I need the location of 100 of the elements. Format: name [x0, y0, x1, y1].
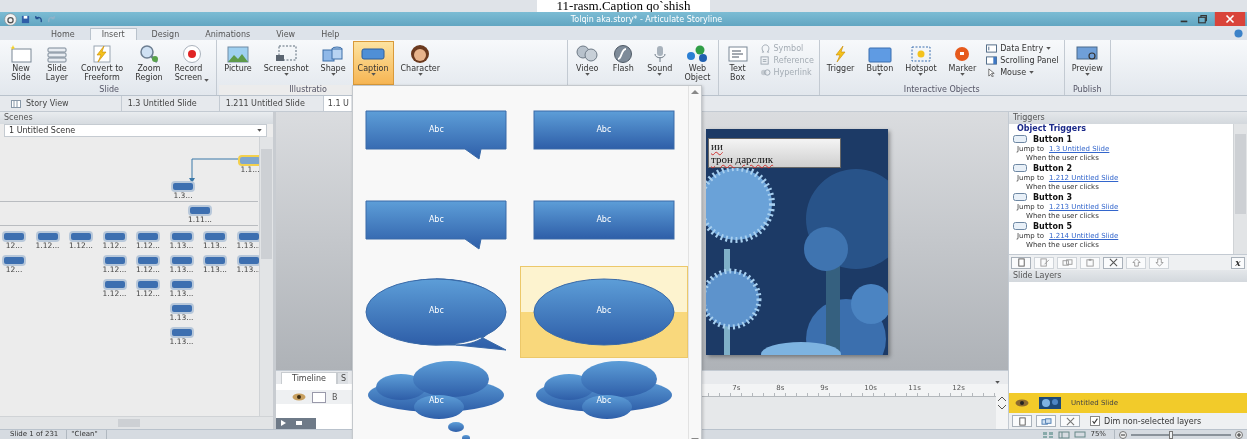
ribbon-button[interactable]: Picture [219, 41, 257, 85]
slide-thumbnail[interactable] [2, 231, 26, 242]
toolbar-button[interactable] [1060, 415, 1080, 427]
scrollbar[interactable] [259, 137, 273, 416]
group-label: Interactive Objects [902, 85, 981, 95]
ribbon-button[interactable]: Hotspot [900, 41, 942, 85]
timeline-object-label: B [332, 392, 338, 402]
ribbon-button[interactable]: Caption [352, 41, 394, 85]
ribbon-button[interactable]: Record Screen [169, 41, 215, 85]
ribbon-small-button[interactable]: Data Entry [986, 43, 1059, 54]
caption-style-option[interactable]: Abc [520, 266, 688, 358]
paste-icon [1084, 258, 1096, 267]
slide-thumbnail[interactable] [35, 231, 60, 242]
move-down-icon [1153, 258, 1165, 267]
slide-thumbnail[interactable] [102, 255, 127, 266]
caption-style-option[interactable]: Abc [356, 266, 517, 358]
ribbon-small-button[interactable]: Mouse [986, 67, 1059, 78]
ribbon-tab[interactable]: Insert [89, 28, 137, 40]
slide-thumbnail[interactable] [169, 279, 194, 290]
checkbox-label: Dim non-selected layers [1104, 416, 1202, 426]
normal-view-icon[interactable] [1058, 430, 1071, 439]
slide-thumbnail[interactable] [69, 231, 93, 242]
restore-icon[interactable] [1195, 13, 1209, 25]
edit-icon [1038, 258, 1050, 267]
undo-icon[interactable] [34, 14, 43, 24]
panel-icon [986, 56, 998, 65]
ribbon-tab[interactable]: Home [40, 28, 86, 40]
close-icon[interactable] [1213, 12, 1247, 26]
hotspot-icon [908, 44, 933, 64]
ribbon-button[interactable]: Convert to Freeform [76, 41, 129, 85]
eye-icon[interactable] [292, 393, 306, 401]
scroll-down-icon[interactable] [998, 404, 1007, 410]
lock-toggle[interactable] [312, 391, 326, 403]
toolbar-button[interactable] [1011, 256, 1031, 269]
slide-thumbnail[interactable] [136, 231, 160, 242]
slide-thumbnail[interactable] [169, 231, 194, 242]
ribbon-button[interactable]: Preview [1066, 41, 1108, 85]
slide-thumbnail[interactable] [102, 231, 127, 242]
slide-thumbnail[interactable] [238, 155, 259, 166]
toolbar-button[interactable] [1012, 415, 1032, 427]
scrollbar[interactable] [0, 416, 273, 429]
scrollbar[interactable] [1233, 124, 1247, 254]
checkbox[interactable] [1090, 416, 1100, 426]
ribbon-button[interactable]: Slide Layer [40, 41, 74, 85]
slide-thumbnail[interactable] [171, 181, 195, 192]
ribbon-button[interactable]: Video [570, 41, 605, 85]
delete-icon [1064, 416, 1076, 426]
ribbon-button[interactable]: Web Object [679, 41, 716, 85]
zoom-out-icon[interactable] [1119, 430, 1127, 439]
toolbar-button[interactable] [1103, 256, 1123, 269]
toolbar-button[interactable] [1036, 415, 1056, 427]
slide-thumbnail[interactable] [102, 279, 127, 290]
scene-dropdown[interactable]: 1 Untitled Scene [4, 124, 267, 137]
text-box[interactable]: ии трон дарслик [708, 138, 841, 168]
document-tab[interactable]: 1.3 Untitled Slide [121, 96, 220, 111]
ribbon-small-button[interactable]: Scrolling Panel [986, 55, 1059, 66]
help-icon[interactable] [1234, 29, 1243, 38]
caption-style-option[interactable]: Abc [356, 176, 517, 266]
ribbon-button[interactable]: Screenshot [258, 41, 314, 85]
picture-icon [226, 44, 250, 64]
ribbon-tab[interactable]: View [265, 28, 307, 40]
save-icon[interactable] [21, 14, 30, 24]
caret-icon [1046, 47, 1052, 50]
ribbon-button[interactable]: New Slide [4, 41, 38, 85]
ribbon-button[interactable]: Zoom Region [130, 41, 168, 85]
slide-thumbnail[interactable] [203, 231, 227, 242]
timeline-tab[interactable]: Timeline [281, 372, 337, 384]
slider-thumb[interactable] [1169, 430, 1173, 439]
slide-thumbnail[interactable] [203, 255, 227, 266]
zoom-slider[interactable] [1131, 433, 1231, 436]
ribbon-button[interactable]: Marker [943, 41, 982, 85]
slide-thumbnail[interactable] [188, 205, 212, 216]
slide-thumbnail[interactable] [2, 255, 26, 266]
slide-thumbnail[interactable] [169, 255, 194, 266]
document-tab[interactable]: 1.211 Untitled Slide [219, 96, 324, 111]
ribbon-button[interactable]: Flash [606, 41, 641, 85]
ribbon-button[interactable]: Shape [315, 41, 351, 85]
slide-thumbnail[interactable] [136, 255, 160, 266]
document-tab[interactable]: 1.1 U [323, 96, 351, 111]
ribbon-button[interactable]: Text Box [720, 41, 755, 85]
ribbon-button[interactable]: Trigger [821, 41, 860, 85]
scroll-up-icon[interactable] [998, 396, 1007, 402]
document-tab[interactable]: Story View [5, 96, 122, 111]
variables-button[interactable]: x [1231, 256, 1245, 269]
app-logo-icon[interactable] [4, 12, 17, 26]
slide-thumbnail[interactable] [169, 303, 194, 314]
delete-icon [1107, 258, 1119, 267]
slide-thumbnail[interactable] [169, 327, 194, 338]
ribbon-tab[interactable]: Animations [194, 28, 262, 40]
slide-thumbnail[interactable] [136, 279, 160, 290]
zoom-in-icon[interactable] [1235, 430, 1243, 439]
ribbon-tab[interactable]: Design [140, 28, 191, 40]
ribbon-tab[interactable]: Help [310, 28, 351, 40]
ribbon-button[interactable]: Sound [642, 41, 678, 85]
ribbon-button[interactable]: Character [395, 41, 445, 85]
eye-icon[interactable] [1015, 399, 1029, 407]
caption-style-option[interactable]: Abc [524, 176, 684, 266]
cursor-icon [986, 68, 998, 77]
ribbon-button[interactable]: Button [861, 41, 899, 85]
panel-header: Scenes [0, 112, 273, 124]
